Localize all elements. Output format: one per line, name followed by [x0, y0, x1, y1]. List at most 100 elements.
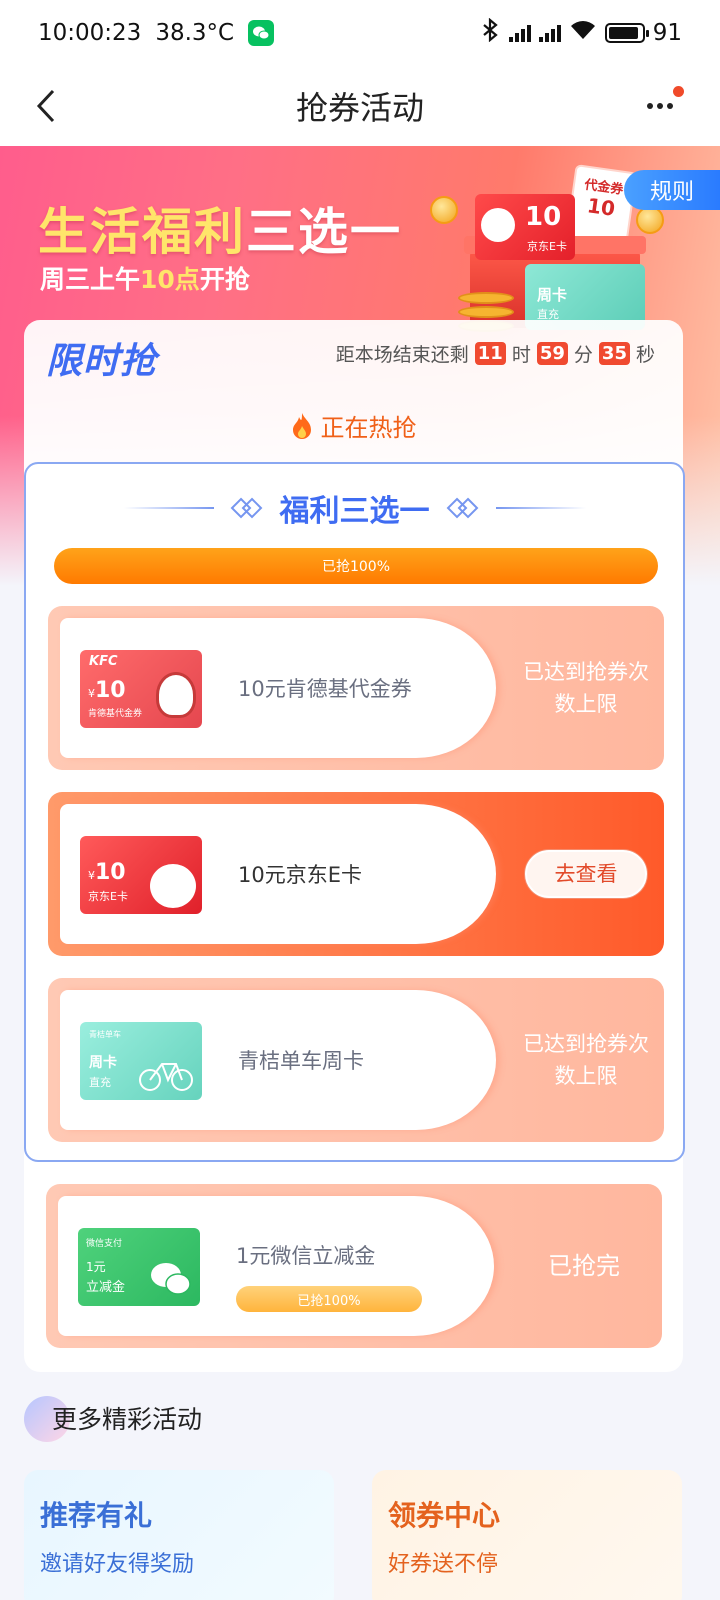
tab-hot-now-label: 正在热抢 [320, 414, 417, 442]
countdown-hours-unit: 时 [511, 344, 531, 366]
coupon-name: 1元微信立减金 [236, 1244, 376, 1268]
flame-icon [292, 412, 311, 439]
wechat-thumb-brand: 微信支付 [86, 1239, 123, 1249]
bicycle-icon [139, 1063, 193, 1091]
back-button[interactable] [22, 82, 70, 130]
coin-icon [636, 206, 664, 234]
wechat-progress-bar: 已抢100% [236, 1286, 422, 1312]
coupon-row-jd[interactable]: ¥10 京东E卡 10元京东E卡 去查看 [48, 792, 664, 956]
nav-bar: 抢券活动 [0, 66, 720, 146]
banner-subtitle-pre: 周三上午 [40, 265, 141, 294]
three-choice-title: 福利三选一 [279, 494, 430, 529]
coupon-name: 10元京东E卡 [238, 863, 362, 887]
section-title-text: 更多精彩活动 [52, 1405, 203, 1434]
section-title: 更多精彩活动 [24, 1396, 696, 1442]
bike-card-label: 周卡 [537, 286, 568, 304]
signal-icon [508, 24, 531, 42]
jd-dog-icon [481, 208, 515, 242]
deco-line [495, 507, 586, 509]
banner-title-rest: 三选一 [246, 203, 402, 261]
bike-coupon-thumbnail: 青桔单车 周卡 直充 [80, 1022, 202, 1100]
coupon-name: 青桔单车周卡 [238, 1049, 364, 1073]
signal-icon-2 [538, 24, 561, 42]
activity-card-subtitle: 邀请好友得奖励 [40, 1552, 195, 1577]
coupon-row-bike[interactable]: 青桔单车 周卡 直充 青桔单车周卡 已达到抢券次数上限 [48, 978, 664, 1142]
kfc-thumb-sub: 肯德基代金券 [88, 709, 143, 719]
rules-button[interactable]: 规则 [624, 170, 720, 210]
coupon-body: ¥10 京东E卡 10元京东E卡 [60, 804, 496, 944]
wechat-icon [151, 1263, 191, 1295]
kfc-thumb-amount: 10 [95, 678, 126, 703]
coupon-row-kfc[interactable]: KFC ¥10 肯德基代金券 10元肯德基代金券 已达到抢券次数上限 [48, 606, 664, 770]
jd-thumb-amount: 10 [95, 860, 126, 885]
jd-card-label: 京东E卡 [527, 240, 567, 253]
kfc-logo-text: KFC [89, 654, 118, 669]
banner-subtitle-post: 开抢 [199, 265, 250, 294]
wechat-thumb-value: 1元 [86, 1260, 106, 1274]
coin-stack-icon [458, 292, 514, 304]
battery-percent: 91 [652, 20, 682, 46]
countdown-prefix: 距本场结束还剩 [335, 344, 469, 366]
countdown-minutes: 59 [536, 342, 568, 365]
view-coupon-button[interactable]: 去查看 [525, 850, 647, 898]
wifi-icon [569, 19, 597, 47]
banner-subtitle: 周三上午10点开抢 [40, 260, 250, 296]
activity-card-coupon-center[interactable]: 领券中心 好券送不停 [372, 1470, 682, 1600]
banner-subtitle-time: 10点 [140, 265, 200, 294]
countdown: 距本场结束还剩 11 时 59 分 35 秒 [336, 340, 655, 367]
kfc-thumb-value: ¥10 [88, 678, 126, 703]
countdown-hours: 11 [474, 342, 506, 365]
banner-title: 生活福利三选一 [38, 192, 402, 264]
flash-sale-logo: 限时抢 [46, 341, 158, 382]
jd-thumb-value: ¥10 [88, 860, 126, 885]
three-choice-header: 福利三选一 [26, 486, 683, 530]
coupon-name: 10元肯德基代金券 [238, 677, 412, 701]
status-temperature: 38.3°C [155, 20, 235, 46]
coupon-row-wechat[interactable]: 微信支付 1元 立减金 1元微信立减金 已抢100% 已抢完 [46, 1184, 662, 1348]
jd-card-value: 10 [525, 202, 562, 232]
flash-sale-card: 限时抢 距本场结束还剩 11 时 59 分 35 秒 正在热抢 福利三选一 已抢… [24, 320, 685, 1372]
coupon-body: 青桔单车 周卡 直充 青桔单车周卡 [60, 990, 496, 1130]
status-time: 10:00:23 [38, 20, 142, 46]
activity-card-title: 领券中心 [388, 1499, 501, 1532]
status-bar: 10:00:23 38.3°C 91 [0, 0, 720, 66]
coin-stack-icon [458, 306, 514, 318]
wechat-coupon-thumbnail: 微信支付 1元 立减金 [78, 1228, 200, 1306]
coupon-status: 已达到抢券次数上限 [523, 1032, 649, 1088]
bike-thumb-title: 周卡 [89, 1055, 117, 1071]
three-choice-panel: 福利三选一 已抢100% KFC ¥10 肯德基代金券 10元肯德基代金券 已达… [24, 462, 685, 1162]
wechat-thumb-sub: 立减金 [86, 1280, 126, 1295]
diamond-deco-icon [230, 497, 262, 519]
bluetooth-icon [479, 17, 501, 48]
back-icon [36, 89, 55, 123]
diamond-deco-icon [446, 497, 478, 519]
jd-thumb-sub: 京东E卡 [88, 890, 128, 903]
jd-dog-icon [150, 864, 196, 908]
countdown-seconds: 35 [598, 342, 630, 365]
coupon-body: 微信支付 1元 立减金 1元微信立减金 已抢100% [58, 1196, 494, 1336]
grab-progress-bar: 已抢100% [54, 548, 658, 584]
countdown-seconds-unit: 秒 [635, 344, 655, 366]
jd-thumb-currency: ¥ [88, 869, 95, 882]
activity-card-referral[interactable]: 推荐有礼 邀请好友得奖励 [24, 1470, 334, 1600]
coupon-body: KFC ¥10 肯德基代金券 10元肯德基代金券 [60, 618, 496, 758]
page-title: 抢券活动 [295, 89, 424, 127]
countdown-minutes-unit: 分 [573, 344, 593, 366]
coupon-action-area: 去查看 [508, 792, 664, 956]
coupon-status: 已达到抢券次数上限 [523, 660, 649, 716]
activity-card-title: 推荐有礼 [40, 1499, 153, 1532]
coin-icon [430, 196, 458, 224]
kfc-coupon-thumbnail: KFC ¥10 肯德基代金券 [80, 650, 202, 728]
tab-hot-now[interactable]: 正在热抢 [24, 408, 683, 443]
bike-thumb-sub: 直充 [89, 1076, 111, 1089]
jd-coupon-thumbnail: ¥10 京东E卡 [80, 836, 202, 914]
coupon-status: 已抢完 [548, 1252, 620, 1280]
more-button[interactable] [640, 86, 684, 126]
wechat-icon [248, 20, 275, 46]
banner-title-highlight: 生活福利 [38, 203, 246, 261]
deco-line [123, 507, 214, 509]
bike-thumb-brand: 青桔单车 [89, 1030, 121, 1039]
colonel-icon [156, 672, 196, 718]
kfc-thumb-currency: ¥ [88, 687, 95, 700]
battery-icon [604, 23, 649, 43]
